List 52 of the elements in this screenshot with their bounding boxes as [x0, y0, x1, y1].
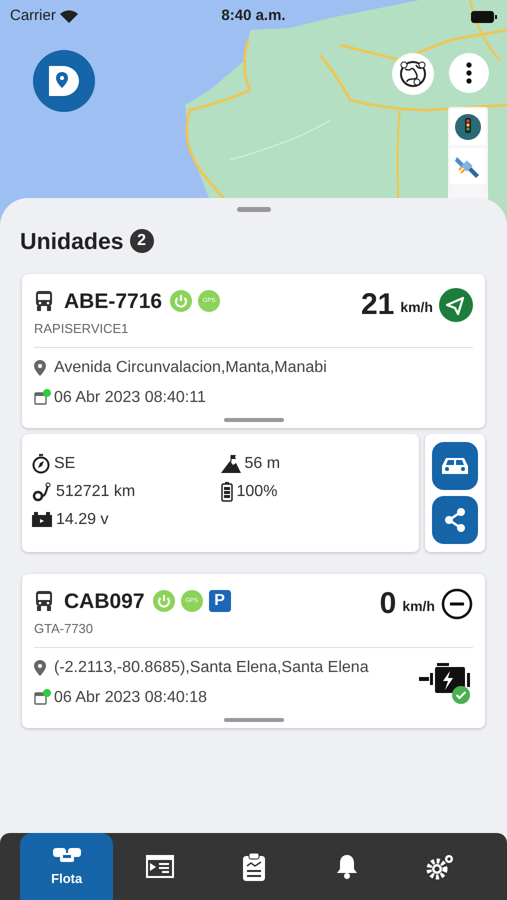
more-icon [466, 62, 472, 84]
speed-value: 0 [380, 588, 396, 618]
power-icon [170, 290, 192, 312]
compass-icon [32, 454, 50, 474]
unit-count-badge: 2 [130, 229, 154, 254]
vehicle-button[interactable] [432, 442, 478, 490]
sheet-title: Unidades [20, 227, 124, 256]
clipboard-icon [242, 852, 265, 880]
nav-tab[interactable]: Flota [20, 833, 114, 900]
speed-unit: km/h [402, 597, 435, 616]
sheet-handle[interactable] [236, 207, 270, 212]
unit-name: GTA-7730 [34, 620, 94, 638]
card-handle[interactable] [224, 718, 284, 722]
settings-icon [425, 852, 456, 880]
truck-icon [34, 590, 54, 612]
card-handle[interactable] [224, 418, 284, 422]
share-icon [443, 506, 467, 532]
carrier-label: Carrier [10, 6, 56, 26]
status-time: 8:40 a.m. [221, 6, 286, 26]
unit-name: RAPISERVICE1 [34, 320, 130, 338]
car-battery-icon [32, 512, 52, 528]
traffic-button[interactable] [450, 109, 486, 145]
satellite-button[interactable] [450, 148, 486, 184]
globe-icon [399, 60, 427, 88]
mountain-flag-icon [220, 454, 240, 472]
speed-unit: km/h [400, 298, 433, 317]
speed-value: 21 [360, 290, 394, 320]
detail-value: 14.29 v [56, 510, 108, 530]
report-screen-icon [146, 854, 174, 878]
location-pin-icon [34, 660, 46, 676]
detail-value: SE [54, 454, 76, 474]
truck-icon [34, 290, 54, 312]
car-icon [441, 456, 469, 476]
detail-value: 512721 km [56, 482, 136, 502]
unit-datetime: 06 Abr 2023 08:40:11 [54, 388, 206, 408]
bell-icon [334, 852, 359, 880]
unit-address: Avenida Circunvalacion,Manta,Manabi [54, 358, 327, 378]
unit-plate: CAB097 [64, 588, 145, 614]
unit-plate: ABE-7716 [64, 288, 162, 314]
unit-address: (-2.2113,-80.8685),Santa Elena,Santa Elena [54, 658, 369, 678]
unit-datetime: 06 Abr 2023 08:40:18 [54, 688, 208, 708]
traffic-light-icon [455, 114, 481, 140]
power-icon [152, 590, 175, 612]
detail-value: 56 m [244, 454, 280, 474]
parking-badge: P [208, 590, 231, 612]
detail-value: 100% [236, 482, 278, 502]
share-button[interactable] [432, 496, 478, 544]
wifi-icon [60, 10, 78, 23]
location-pin-icon [34, 360, 46, 376]
battery-status-icon [471, 10, 497, 22]
battery-icon [220, 482, 232, 502]
route-icon [32, 482, 52, 502]
